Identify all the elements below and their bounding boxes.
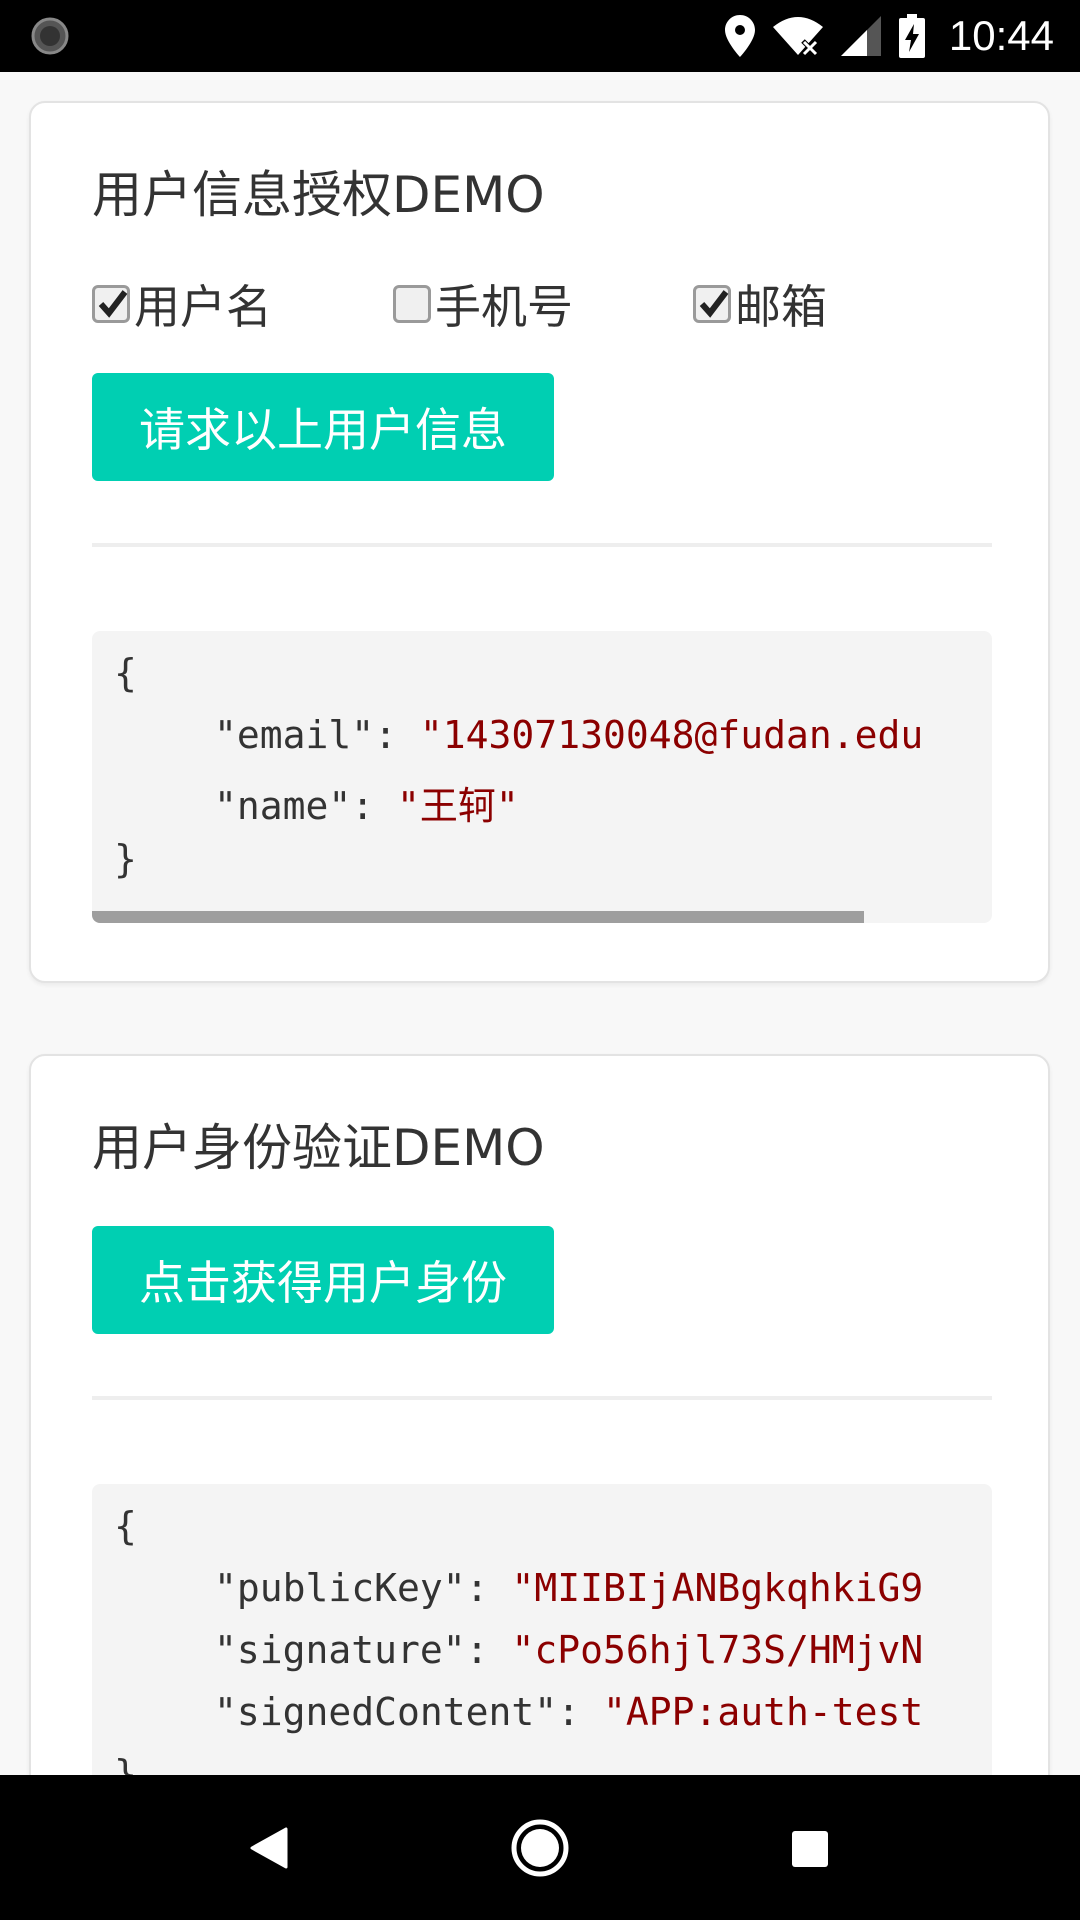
json-close-brace: }: [114, 1752, 137, 1775]
json-sep: :: [465, 1566, 512, 1610]
horizontal-scrollbar[interactable]: [92, 911, 864, 923]
json-key: "signedContent": [214, 1690, 558, 1734]
json-close-brace: }: [114, 837, 137, 881]
json-identity-box[interactable]: { "publicKey": "MIIBIjANBgkqhkiG9 "signa…: [92, 1484, 992, 1775]
json-line-signed-content: "signedContent": "APP:auth-test: [214, 1690, 923, 1734]
json-value: "APP:auth-test: [602, 1690, 924, 1734]
json-result-box[interactable]: { "email": "14307130048@fudan.edu "name"…: [92, 631, 992, 923]
json-value: "cPo56hjl73S/HMjvN: [511, 1628, 924, 1672]
json-key: "name": [214, 784, 352, 828]
json-sep: :: [351, 784, 398, 828]
status-bar: 10:44: [0, 0, 1080, 72]
divider: [92, 543, 992, 547]
checkbox-label: 用户名: [134, 280, 272, 334]
get-user-identity-button[interactable]: 点击获得用户身份: [92, 1226, 554, 1334]
back-icon[interactable]: [250, 1827, 288, 1869]
json-sep: :: [465, 1628, 512, 1672]
wifi-off-icon: [772, 17, 823, 57]
card-title: 用户身份验证DEMO: [92, 1119, 545, 1177]
card-title: 用户信息授权DEMO: [92, 166, 545, 224]
json-key: "email": [214, 713, 375, 757]
json-value: "MIIBIjANBgkqhkiG9: [511, 1566, 924, 1610]
navigation-bar: [0, 1775, 1080, 1920]
checkbox-label: 邮箱: [735, 280, 827, 334]
cell-signal-icon: [840, 16, 881, 56]
request-user-info-button[interactable]: 请求以上用户信息: [92, 373, 554, 481]
json-value: "王轲": [397, 784, 519, 828]
home-icon[interactable]: [511, 1819, 569, 1877]
json-sep: :: [374, 713, 420, 757]
json-line-signature: "signature": "cPo56hjl73S/HMjvN: [214, 1628, 923, 1672]
checkbox-username[interactable]: 用户名: [92, 271, 272, 337]
permission-checkboxes: 用户名 手机号 邮箱: [92, 271, 992, 341]
json-key: "publicKey": [214, 1566, 466, 1610]
battery-charging-icon: [898, 14, 925, 58]
json-value: "14307130048@fudan.edu: [419, 713, 924, 757]
location-icon: [724, 15, 755, 57]
divider: [92, 1396, 992, 1400]
json-key: "signature": [214, 1628, 466, 1672]
json-open-brace: {: [114, 1504, 137, 1548]
json-line-email: "email": "14307130048@fudan.edu: [214, 713, 923, 757]
checkbox-checked-icon[interactable]: [693, 285, 731, 323]
recents-icon[interactable]: [791, 1830, 829, 1868]
checkbox-unchecked-icon[interactable]: [393, 285, 431, 323]
user-info-auth-card: 用户信息授权DEMO 用户名 手机号 邮箱 请求以上用户信息 {"email"…: [29, 101, 1050, 983]
checkbox-phone[interactable]: 手机号: [393, 271, 573, 337]
checkbox-checked-icon[interactable]: [92, 285, 130, 323]
user-identity-verify-card: 用户身份验证DEMO 点击获得用户身份 { "publicKey": "MIIB…: [29, 1054, 1050, 1775]
checkbox-email[interactable]: 邮箱: [693, 271, 827, 337]
json-line-name: "name": "王轲": [214, 775, 519, 830]
json-sep: :: [557, 1690, 603, 1734]
status-time: 10:44: [948, 12, 1054, 59]
content-area[interactable]: 用户信息授权DEMO 用户名 手机号 邮箱 请求以上用户信息 {"email"…: [0, 72, 1080, 1775]
checkbox-label: 手机号: [435, 280, 573, 334]
json-line-public-key: "publicKey": "MIIBIjANBgkqhkiG9: [214, 1566, 923, 1610]
status-icons: 10:44: [724, 0, 1054, 72]
loading-circle-icon: [31, 17, 69, 55]
json-open-brace: {: [114, 651, 137, 695]
